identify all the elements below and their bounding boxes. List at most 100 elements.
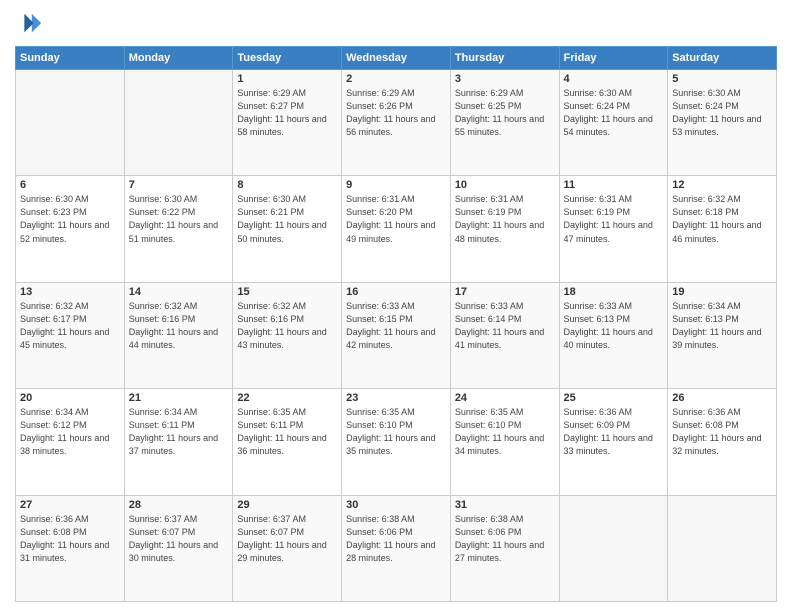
calendar-cell: 7 Sunrise: 6:30 AM Sunset: 6:22 PM Daylig… (124, 176, 233, 282)
day-number: 20 (20, 392, 120, 404)
day-info: Sunrise: 6:29 AM Sunset: 6:26 PM Dayligh… (346, 87, 446, 139)
day-info: Sunrise: 6:32 AM Sunset: 6:16 PM Dayligh… (237, 300, 337, 352)
calendar-cell: 17 Sunrise: 6:33 AM Sunset: 6:14 PM Dayli… (450, 282, 559, 388)
calendar-week-row: 20 Sunrise: 6:34 AM Sunset: 6:12 PM Dayli… (16, 389, 777, 495)
day-info: Sunrise: 6:32 AM Sunset: 6:16 PM Dayligh… (129, 300, 229, 352)
day-info: Sunrise: 6:33 AM Sunset: 6:14 PM Dayligh… (455, 300, 555, 352)
day-info: Sunrise: 6:36 AM Sunset: 6:08 PM Dayligh… (20, 513, 120, 565)
day-number: 29 (237, 499, 337, 511)
calendar-cell: 6Sunrise: 6:30 AM Sunset: 6:23 PM Daylig… (16, 176, 125, 282)
day-number: 27 (20, 499, 120, 511)
calendar-cell: 13 Sunrise: 6:32 AM Sunset: 6:17 PM Dayli… (16, 282, 125, 388)
calendar-cell: 28 Sunrise: 6:37 AM Sunset: 6:07 PM Dayli… (124, 495, 233, 601)
day-number: 21 (129, 392, 229, 404)
day-info: Sunrise: 6:30 AM Sunset: 6:24 PM Dayligh… (672, 87, 772, 139)
calendar-cell: 12 Sunrise: 6:32 AM Sunset: 6:18 PM Dayli… (668, 176, 777, 282)
day-info: Sunrise: 6:33 AM Sunset: 6:13 PM Dayligh… (564, 300, 664, 352)
day-number: 24 (455, 392, 555, 404)
weekday-header: Saturday (668, 47, 777, 70)
day-info: Sunrise: 6:30 AM Sunset: 6:22 PM Dayligh… (129, 193, 229, 245)
day-number: 28 (129, 499, 229, 511)
calendar-cell (16, 70, 125, 176)
day-info: Sunrise: 6:30 AM Sunset: 6:23 PM Dayligh… (20, 193, 120, 245)
day-number: 16 (346, 286, 446, 298)
weekday-row: SundayMondayTuesdayWednesdayThursdayFrid… (16, 47, 777, 70)
day-info: Sunrise: 6:38 AM Sunset: 6:06 PM Dayligh… (346, 513, 446, 565)
calendar-cell: 31Sunrise: 6:38 AM Sunset: 6:06 PM Dayli… (450, 495, 559, 601)
day-info: Sunrise: 6:31 AM Sunset: 6:19 PM Dayligh… (564, 193, 664, 245)
calendar-body: 1Sunrise: 6:29 AM Sunset: 6:27 PM Daylig… (16, 70, 777, 602)
day-info: Sunrise: 6:35 AM Sunset: 6:10 PM Dayligh… (346, 406, 446, 458)
calendar-cell: 8 Sunrise: 6:30 AM Sunset: 6:21 PM Daylig… (233, 176, 342, 282)
calendar-cell: 19 Sunrise: 6:34 AM Sunset: 6:13 PM Dayli… (668, 282, 777, 388)
day-number: 5 (672, 73, 772, 85)
day-number: 2 (346, 73, 446, 85)
day-info: Sunrise: 6:35 AM Sunset: 6:11 PM Dayligh… (237, 406, 337, 458)
day-info: Sunrise: 6:31 AM Sunset: 6:19 PM Dayligh… (455, 193, 555, 245)
day-number: 14 (129, 286, 229, 298)
calendar-cell (559, 495, 668, 601)
day-number: 26 (672, 392, 772, 404)
calendar-week-row: 1Sunrise: 6:29 AM Sunset: 6:27 PM Daylig… (16, 70, 777, 176)
weekday-header: Wednesday (342, 47, 451, 70)
weekday-header: Tuesday (233, 47, 342, 70)
day-number: 7 (129, 179, 229, 191)
weekday-header: Sunday (16, 47, 125, 70)
calendar-cell: 5 Sunrise: 6:30 AM Sunset: 6:24 PM Daylig… (668, 70, 777, 176)
calendar-week-row: 6Sunrise: 6:30 AM Sunset: 6:23 PM Daylig… (16, 176, 777, 282)
day-number: 18 (564, 286, 664, 298)
calendar-cell (124, 70, 233, 176)
calendar-cell: 1Sunrise: 6:29 AM Sunset: 6:27 PM Daylig… (233, 70, 342, 176)
calendar-cell: 3 Sunrise: 6:29 AM Sunset: 6:25 PM Daylig… (450, 70, 559, 176)
calendar-cell: 16 Sunrise: 6:33 AM Sunset: 6:15 PM Dayli… (342, 282, 451, 388)
day-number: 4 (564, 73, 664, 85)
day-info: Sunrise: 6:35 AM Sunset: 6:10 PM Dayligh… (455, 406, 555, 458)
day-info: Sunrise: 6:36 AM Sunset: 6:09 PM Dayligh… (564, 406, 664, 458)
page: SundayMondayTuesdayWednesdayThursdayFrid… (0, 0, 792, 612)
calendar-cell: 27 Sunrise: 6:36 AM Sunset: 6:08 PM Dayli… (16, 495, 125, 601)
day-info: Sunrise: 6:31 AM Sunset: 6:20 PM Dayligh… (346, 193, 446, 245)
day-number: 3 (455, 73, 555, 85)
day-info: Sunrise: 6:36 AM Sunset: 6:08 PM Dayligh… (672, 406, 772, 458)
calendar-cell: 10 Sunrise: 6:31 AM Sunset: 6:19 PM Dayli… (450, 176, 559, 282)
day-info: Sunrise: 6:29 AM Sunset: 6:25 PM Dayligh… (455, 87, 555, 139)
day-number: 31 (455, 499, 555, 511)
calendar-cell: 29 Sunrise: 6:37 AM Sunset: 6:07 PM Dayli… (233, 495, 342, 601)
calendar-week-row: 13 Sunrise: 6:32 AM Sunset: 6:17 PM Dayli… (16, 282, 777, 388)
day-info: Sunrise: 6:34 AM Sunset: 6:12 PM Dayligh… (20, 406, 120, 458)
day-number: 25 (564, 392, 664, 404)
day-info: Sunrise: 6:34 AM Sunset: 6:11 PM Dayligh… (129, 406, 229, 458)
day-info: Sunrise: 6:30 AM Sunset: 6:24 PM Dayligh… (564, 87, 664, 139)
calendar-cell: 15Sunrise: 6:32 AM Sunset: 6:16 PM Dayli… (233, 282, 342, 388)
day-info: Sunrise: 6:32 AM Sunset: 6:18 PM Dayligh… (672, 193, 772, 245)
day-info: Sunrise: 6:32 AM Sunset: 6:17 PM Dayligh… (20, 300, 120, 352)
day-number: 10 (455, 179, 555, 191)
day-info: Sunrise: 6:37 AM Sunset: 6:07 PM Dayligh… (237, 513, 337, 565)
day-number: 1 (237, 73, 337, 85)
calendar-table: SundayMondayTuesdayWednesdayThursdayFrid… (15, 46, 777, 602)
calendar-header: SundayMondayTuesdayWednesdayThursdayFrid… (16, 47, 777, 70)
day-info: Sunrise: 6:30 AM Sunset: 6:21 PM Dayligh… (237, 193, 337, 245)
day-number: 13 (20, 286, 120, 298)
logo-icon (15, 10, 43, 38)
calendar-cell (668, 495, 777, 601)
day-number: 8 (237, 179, 337, 191)
calendar-cell: 11Sunrise: 6:31 AM Sunset: 6:19 PM Dayli… (559, 176, 668, 282)
day-number: 19 (672, 286, 772, 298)
header (15, 10, 777, 38)
calendar-cell: 24 Sunrise: 6:35 AM Sunset: 6:10 PM Dayli… (450, 389, 559, 495)
day-number: 22 (237, 392, 337, 404)
calendar-cell: 4 Sunrise: 6:30 AM Sunset: 6:24 PM Daylig… (559, 70, 668, 176)
day-info: Sunrise: 6:37 AM Sunset: 6:07 PM Dayligh… (129, 513, 229, 565)
day-info: Sunrise: 6:34 AM Sunset: 6:13 PM Dayligh… (672, 300, 772, 352)
weekday-header: Thursday (450, 47, 559, 70)
calendar-cell: 25 Sunrise: 6:36 AM Sunset: 6:09 PM Dayli… (559, 389, 668, 495)
day-number: 17 (455, 286, 555, 298)
calendar-cell: 30 Sunrise: 6:38 AM Sunset: 6:06 PM Dayli… (342, 495, 451, 601)
calendar-cell: 9Sunrise: 6:31 AM Sunset: 6:20 PM Daylig… (342, 176, 451, 282)
calendar-cell: 2 Sunrise: 6:29 AM Sunset: 6:26 PM Daylig… (342, 70, 451, 176)
day-number: 12 (672, 179, 772, 191)
calendar-cell: 20 Sunrise: 6:34 AM Sunset: 6:12 PM Dayli… (16, 389, 125, 495)
day-number: 30 (346, 499, 446, 511)
day-info: Sunrise: 6:33 AM Sunset: 6:15 PM Dayligh… (346, 300, 446, 352)
